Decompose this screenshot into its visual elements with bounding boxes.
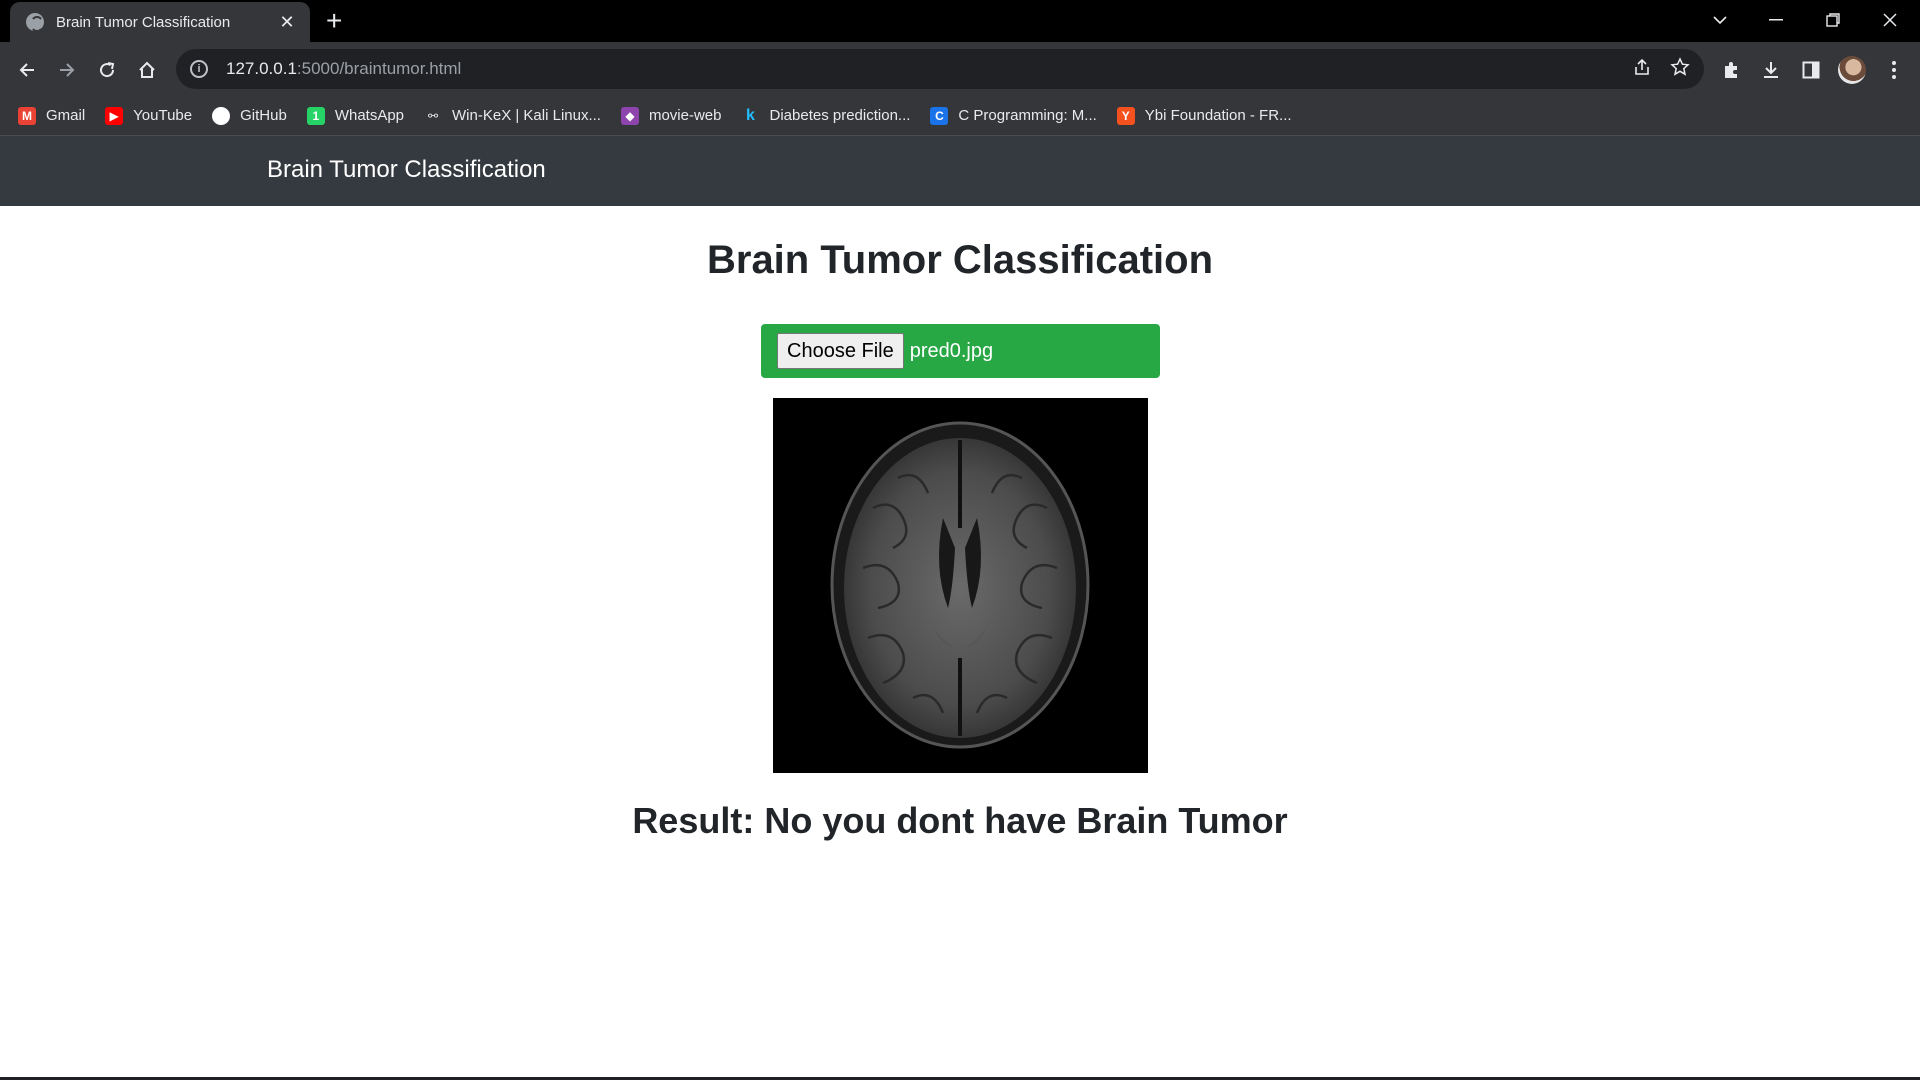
prediction-result: Result: No you dont have Brain Tumor <box>632 800 1288 841</box>
kali-icon: ⚯ <box>424 106 443 125</box>
bookmark-item[interactable]: Y Ybi Foundation - FR... <box>1116 106 1292 125</box>
github-icon <box>212 106 231 125</box>
side-panel-icon[interactable] <box>1795 54 1827 86</box>
mri-preview-image <box>773 398 1148 773</box>
tab-title: Brain Tumor Classification <box>56 13 231 31</box>
extensions-icon[interactable] <box>1715 54 1747 86</box>
bookmark-label: Ybi Foundation - FR... <box>1144 107 1292 124</box>
choose-file-button[interactable]: Choose File <box>777 333 904 369</box>
minimize-icon[interactable] <box>1756 4 1796 36</box>
c-programming-icon: C <box>930 106 949 125</box>
bookmark-label: Win-KeX | Kali Linux... <box>452 107 601 124</box>
url-host: 127.0.0.1 <box>226 59 297 78</box>
ybi-icon: Y <box>1116 106 1135 125</box>
reload-icon[interactable] <box>91 54 123 86</box>
address-bar[interactable]: i 127.0.0.1:5000/braintumor.html <box>176 49 1704 89</box>
page-title: Brain Tumor Classification <box>706 238 1213 282</box>
tab-search-icon[interactable] <box>1700 4 1740 36</box>
bookmark-label: GitHub <box>240 107 287 124</box>
bookmark-label: WhatsApp <box>334 107 405 124</box>
bookmark-item[interactable]: k Diabetes prediction... <box>741 106 911 125</box>
selected-file-name: pred0.jpg <box>909 339 994 362</box>
new-tab-button[interactable]: + <box>326 6 342 36</box>
globe-icon <box>26 13 44 32</box>
kaggle-icon: k <box>741 106 760 125</box>
more-menu-icon[interactable] <box>1878 54 1910 86</box>
bookmark-label: Diabetes prediction... <box>769 107 911 124</box>
bookmark-item[interactable]: ▶ YouTube <box>105 106 193 125</box>
navbar-brand[interactable]: Brain Tumor Classification <box>267 156 546 184</box>
movie-web-icon: ◆ <box>620 106 639 125</box>
bookmark-star-icon[interactable] <box>1670 57 1690 83</box>
forward-arrow-icon[interactable] <box>51 54 83 86</box>
profile-avatar[interactable] <box>1838 56 1866 84</box>
share-icon[interactable] <box>1632 57 1652 83</box>
browser-toolbar: i 127.0.0.1:5000/braintumor.html <box>0 42 1920 96</box>
site-info-icon[interactable]: i <box>190 60 208 78</box>
download-icon[interactable] <box>1755 54 1787 86</box>
bookmark-label: movie-web <box>648 107 722 124</box>
close-tab-icon[interactable]: ✕ <box>276 12 298 33</box>
bookmark-label: C Programming: M... <box>958 107 1097 124</box>
youtube-icon: ▶ <box>105 106 124 125</box>
url-text[interactable]: 127.0.0.1:5000/braintumor.html <box>226 59 461 79</box>
file-upload-field[interactable]: Choose File pred0.jpg <box>761 324 1160 378</box>
site-navbar: Brain Tumor Classification <box>0 136 1920 206</box>
tab-strip: Brain Tumor Classification ✕ + <box>0 0 1920 42</box>
home-icon[interactable] <box>131 54 163 86</box>
bookmark-label: YouTube <box>133 107 193 124</box>
whatsapp-icon: 1 <box>306 106 325 125</box>
browser-tab[interactable]: Brain Tumor Classification ✕ <box>10 2 310 42</box>
bookmark-item[interactable]: GitHub <box>212 106 287 125</box>
url-path: :5000/braintumor.html <box>296 59 462 78</box>
bookmark-item[interactable]: C C Programming: M... <box>930 106 1097 125</box>
bookmark-label: Gmail <box>46 107 86 124</box>
close-window-icon[interactable] <box>1870 4 1910 36</box>
bookmark-item[interactable]: 1 WhatsApp <box>306 106 405 125</box>
back-arrow-icon[interactable] <box>11 54 43 86</box>
bookmark-item[interactable]: ⚯ Win-KeX | Kali Linux... <box>424 106 601 125</box>
bookmark-item[interactable]: M Gmail <box>18 106 86 125</box>
restore-icon[interactable] <box>1813 4 1853 36</box>
bookmark-item[interactable]: ◆ movie-web <box>620 106 722 125</box>
bookmarks-bar: M Gmail ▶ YouTube GitHub 1 WhatsApp ⚯ Win-KeX | … <box>0 96 1920 136</box>
gmail-icon: M <box>18 106 36 125</box>
